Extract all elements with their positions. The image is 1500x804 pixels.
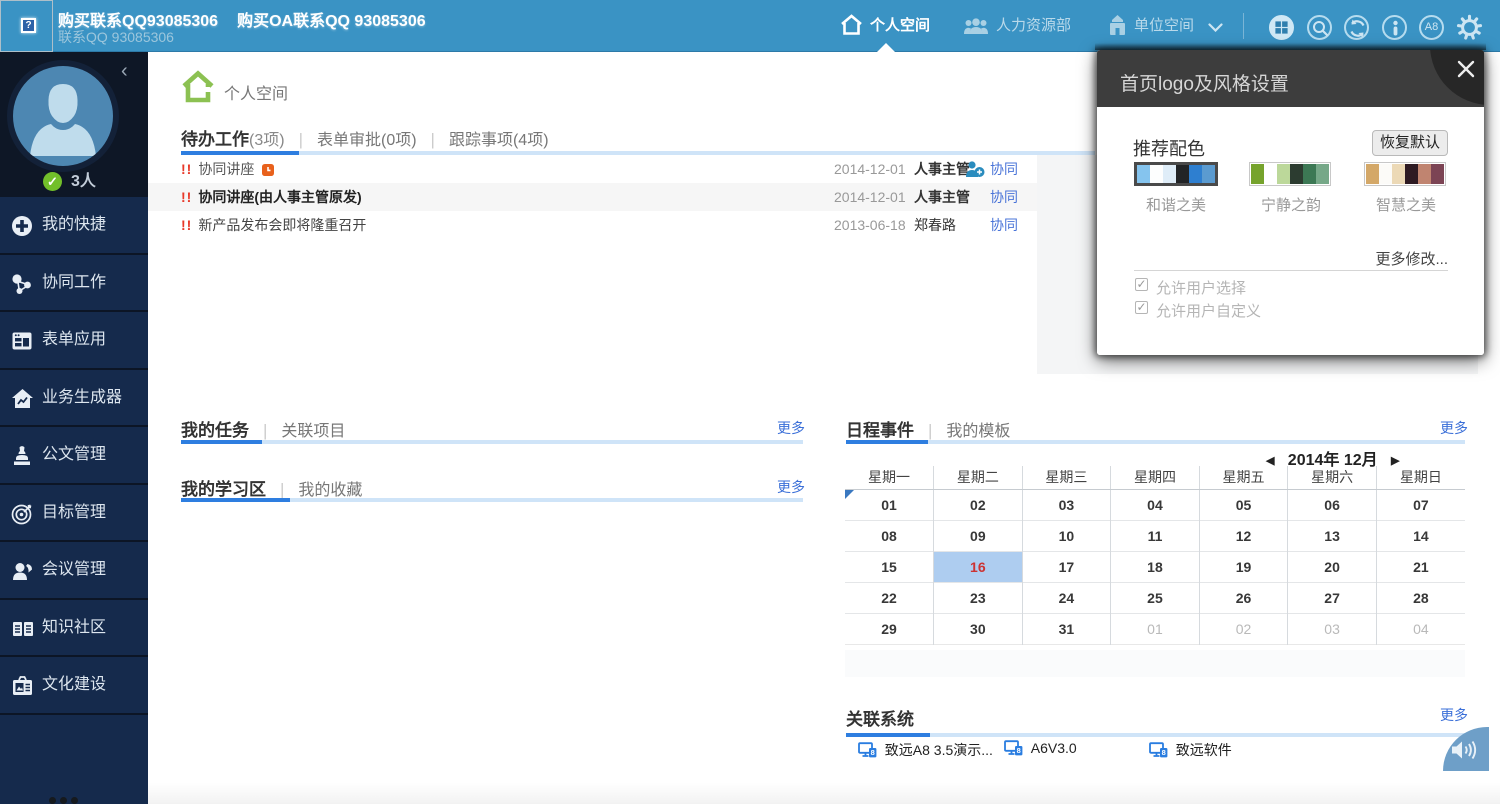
- svg-text:8: 8: [1017, 746, 1021, 755]
- svg-text:8: 8: [871, 748, 875, 757]
- svg-text:8: 8: [1162, 748, 1166, 757]
